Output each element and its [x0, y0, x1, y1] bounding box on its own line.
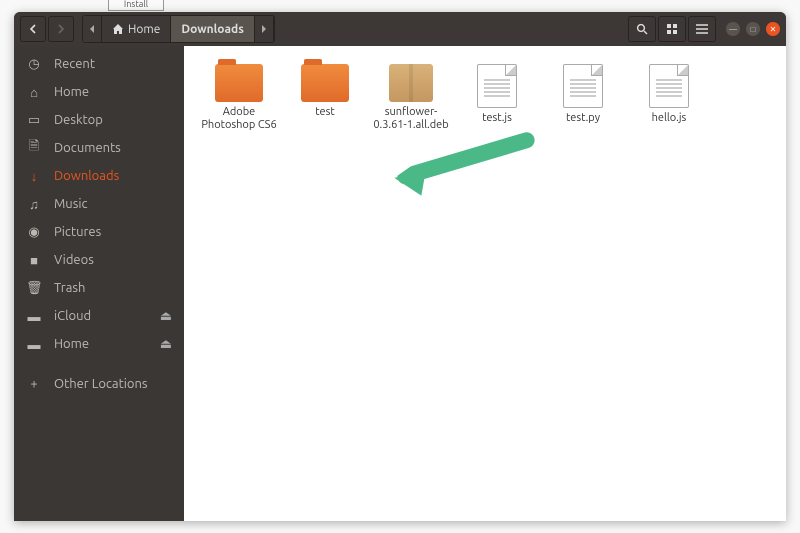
sidebar-item-label: Trash — [54, 281, 85, 295]
breadcrumb-label: Home — [128, 23, 160, 36]
ui-fragment: Install — [108, 0, 164, 11]
triangle-left-icon — [89, 25, 95, 33]
sidebar-item-home[interactable]: ⌂ Home — [14, 78, 184, 106]
eject-icon[interactable]: ⏏ — [160, 337, 172, 352]
clock-icon: ◷ — [26, 57, 42, 72]
file-name: Adobe Photoshop CS6 — [199, 106, 279, 132]
chevron-right-icon — [57, 24, 65, 34]
forward-button[interactable] — [48, 16, 74, 42]
video-icon: ■ — [26, 253, 42, 268]
music-icon: ♫ — [26, 197, 42, 212]
breadcrumb-label: Downloads — [181, 23, 244, 36]
maximize-icon: □ — [751, 25, 756, 34]
sidebar-item-label: Pictures — [54, 225, 101, 239]
sidebar-item-icloud[interactable]: ▬ iCloud ⏏ — [14, 302, 184, 330]
minimize-icon: — — [729, 25, 737, 34]
breadcrumb-home[interactable]: Home — [102, 16, 171, 42]
path-overflow-right[interactable] — [255, 16, 274, 42]
grid-view-icon — [666, 23, 678, 35]
close-icon: ✕ — [770, 25, 777, 34]
file-name: hello.js — [652, 112, 687, 125]
icon-grid: Adobe Photoshop CS6 test sunflower-0.3.61-… — [196, 64, 774, 132]
text-file-icon — [563, 64, 603, 108]
file-item[interactable]: test.py — [540, 64, 626, 132]
package-icon — [389, 64, 433, 102]
path-overflow-left[interactable] — [83, 16, 102, 42]
triangle-right-icon — [261, 25, 267, 33]
close-button[interactable]: ✕ — [766, 22, 780, 36]
sidebar-item-home[interactable]: ▬ Home ⏏ — [14, 330, 184, 358]
sidebar-item-label: Videos — [54, 253, 94, 267]
chevron-left-icon — [29, 24, 37, 34]
sidebar-item-pictures[interactable]: ◉ Pictures — [14, 218, 184, 246]
breadcrumb-current[interactable]: Downloads — [171, 16, 255, 42]
sidebar-item-recent[interactable]: ◷ Recent — [14, 50, 184, 78]
sidebar-item-documents[interactable]: 🗎 Documents — [14, 134, 184, 162]
text-file-icon — [649, 64, 689, 108]
hamburger-menu-button[interactable] — [688, 16, 716, 42]
home-icon — [112, 23, 124, 35]
plus-icon: + — [26, 377, 42, 391]
search-button[interactable] — [628, 16, 656, 42]
back-button[interactable] — [20, 16, 46, 42]
minimize-button[interactable]: — — [726, 22, 740, 36]
sidebar-item-label: Home — [54, 85, 89, 99]
file-manager-window: Home Downloads — □ ✕ ◷ Recent ⌂ Home ▭ Deskto… — [14, 12, 786, 521]
sidebar-item-label: Music — [54, 197, 88, 211]
folder-icon — [215, 64, 263, 102]
sidebar-item-label: Desktop — [54, 113, 103, 127]
eject-icon[interactable]: ⏏ — [160, 309, 172, 324]
download-icon: ↓ — [26, 169, 42, 184]
document-icon: 🗎 — [26, 137, 42, 159]
file-item[interactable]: hello.js — [626, 64, 712, 132]
sidebar-item-videos[interactable]: ■ Videos — [14, 246, 184, 274]
drive-icon: ▬ — [26, 337, 42, 352]
file-item[interactable]: test — [282, 64, 368, 132]
file-name: sunflower-0.3.61-1.all.deb — [371, 106, 451, 132]
places-sidebar: ◷ Recent ⌂ Home ▭ Desktop 🗎 Documents ↓ Downloads… — [14, 46, 184, 521]
trash-icon: 🗑 — [26, 281, 42, 296]
sidebar-item-music[interactable]: ♫ Music — [14, 190, 184, 218]
sidebar-item-trash[interactable]: 🗑 Trash — [14, 274, 184, 302]
sidebar-item-other-locations[interactable]: + Other Locations — [14, 370, 184, 398]
camera-icon: ◉ — [26, 225, 42, 240]
text-file-icon — [477, 64, 517, 108]
file-name: test.py — [566, 112, 600, 125]
sidebar-item-label: iCloud — [54, 309, 91, 323]
sidebar-item-desktop[interactable]: ▭ Desktop — [14, 106, 184, 134]
search-icon — [636, 23, 648, 35]
file-item[interactable]: test.js — [454, 64, 540, 132]
hamburger-icon — [696, 24, 708, 34]
sidebar-item-label: Other Locations — [54, 377, 148, 391]
sidebar-item-label: Downloads — [54, 169, 119, 183]
drive-icon: ▬ — [26, 309, 42, 324]
folder-icon — [301, 64, 349, 102]
desktop-icon: ▭ — [26, 113, 42, 128]
file-item[interactable]: Adobe Photoshop CS6 — [196, 64, 282, 132]
path-bar: Home Downloads — [82, 15, 275, 43]
file-name: test — [315, 106, 334, 119]
file-item[interactable]: sunflower-0.3.61-1.all.deb — [368, 64, 454, 132]
sidebar-item-label: Recent — [54, 57, 95, 71]
file-name: test.js — [482, 112, 512, 125]
maximize-button[interactable]: □ — [746, 22, 760, 36]
content-pane[interactable]: Adobe Photoshop CS6 test sunflower-0.3.61-… — [184, 46, 786, 521]
home-icon: ⌂ — [26, 85, 42, 100]
view-grid-button[interactable] — [658, 16, 686, 42]
sidebar-item-label: Documents — [54, 141, 121, 155]
header-bar: Home Downloads — □ ✕ — [14, 12, 786, 46]
sidebar-item-downloads[interactable]: ↓ Downloads — [14, 162, 184, 190]
sidebar-item-label: Home — [54, 337, 89, 351]
